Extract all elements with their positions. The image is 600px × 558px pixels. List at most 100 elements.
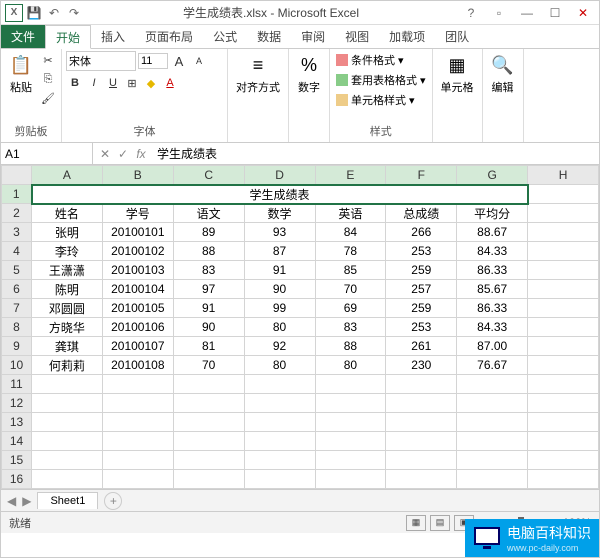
font-size-select[interactable]: 11 [138, 53, 168, 69]
row-header-4[interactable]: 4 [2, 242, 32, 261]
tab-file[interactable]: 文件 [1, 25, 45, 48]
row-4[interactable]: 4李玲2010010288877825384.33 [2, 242, 599, 261]
cell-F13[interactable] [386, 413, 457, 432]
row-header-1[interactable]: 1 [2, 185, 32, 204]
cell-G7[interactable]: 86.33 [457, 299, 528, 318]
cell-H4[interactable] [528, 242, 599, 261]
cell-C8[interactable]: 90 [173, 318, 244, 337]
fx-icon[interactable]: fx [133, 147, 149, 161]
cell-E15[interactable] [315, 451, 386, 470]
row-7[interactable]: 7邓圆圆2010010591996925986.33 [2, 299, 599, 318]
row-header-8[interactable]: 8 [2, 318, 32, 337]
help-button[interactable]: ? [459, 6, 483, 20]
cell-B14[interactable] [102, 432, 173, 451]
save-icon[interactable]: 💾 [25, 4, 43, 22]
cell-C7[interactable]: 91 [173, 299, 244, 318]
cell-E7[interactable]: 69 [315, 299, 386, 318]
column-header-H[interactable]: H [528, 166, 599, 185]
cell-A11[interactable] [32, 375, 103, 394]
cell-C11[interactable] [173, 375, 244, 394]
row-15[interactable]: 15 [2, 451, 599, 470]
column-header-A[interactable]: A [32, 166, 103, 185]
row-11[interactable]: 11 [2, 375, 599, 394]
cell-F16[interactable] [386, 470, 457, 489]
cell-F6[interactable]: 257 [386, 280, 457, 299]
format-as-table-button[interactable]: 套用表格格式▾ [334, 71, 428, 89]
cell-H2[interactable] [528, 204, 599, 223]
row-3[interactable]: 3张明2010010189938426688.67 [2, 223, 599, 242]
tab-formulas[interactable]: 公式 [203, 25, 247, 48]
row-header-3[interactable]: 3 [2, 223, 32, 242]
row-header-6[interactable]: 6 [2, 280, 32, 299]
cell-H14[interactable] [528, 432, 599, 451]
column-header-G[interactable]: G [457, 166, 528, 185]
sheet-nav-prev[interactable]: ◀ [7, 494, 16, 508]
name-box[interactable] [1, 143, 93, 164]
cell-E13[interactable] [315, 413, 386, 432]
cell-A10[interactable]: 何莉莉 [32, 356, 103, 375]
cell-G6[interactable]: 85.67 [457, 280, 528, 299]
row-header-2[interactable]: 2 [2, 204, 32, 223]
cell-D11[interactable] [244, 375, 315, 394]
cell-B7[interactable]: 20100105 [102, 299, 173, 318]
cell-G12[interactable] [457, 394, 528, 413]
sheet-tab-sheet1[interactable]: Sheet1 [37, 492, 98, 509]
font-color-icon[interactable]: A [161, 74, 179, 92]
cell-H8[interactable] [528, 318, 599, 337]
cell-D9[interactable]: 92 [244, 337, 315, 356]
cell-B11[interactable] [102, 375, 173, 394]
row-16[interactable]: 16 [2, 470, 599, 489]
add-sheet-button[interactable]: + [104, 492, 122, 510]
view-page-layout-icon[interactable]: ▤ [430, 515, 450, 531]
cell-E11[interactable] [315, 375, 386, 394]
cell-A17[interactable] [32, 489, 103, 490]
cell-B17[interactable] [102, 489, 173, 490]
cell-D14[interactable] [244, 432, 315, 451]
row-header-17[interactable]: 17 [2, 489, 32, 490]
cell-F7[interactable]: 259 [386, 299, 457, 318]
cell-D8[interactable]: 80 [244, 318, 315, 337]
underline-button[interactable]: U [104, 74, 122, 92]
cells-button[interactable]: ▦ 单元格 [437, 51, 478, 97]
cell-D10[interactable]: 80 [244, 356, 315, 375]
cell-styles-button[interactable]: 单元格样式▾ [334, 91, 428, 109]
cell-H5[interactable] [528, 261, 599, 280]
cell-D17[interactable] [244, 489, 315, 490]
fill-color-icon[interactable]: ◆ [142, 74, 160, 92]
header-cell-G2[interactable]: 平均分 [457, 204, 528, 223]
cell-A9[interactable]: 龚琪 [32, 337, 103, 356]
tab-insert[interactable]: 插入 [91, 25, 135, 48]
cell-C10[interactable]: 70 [173, 356, 244, 375]
cell-C17[interactable] [173, 489, 244, 490]
cell-E3[interactable]: 84 [315, 223, 386, 242]
cell-B6[interactable]: 20100104 [102, 280, 173, 299]
cell-H9[interactable] [528, 337, 599, 356]
cell-E16[interactable] [315, 470, 386, 489]
row-header-15[interactable]: 15 [2, 451, 32, 470]
cell-H11[interactable] [528, 375, 599, 394]
select-all-cell[interactable] [2, 166, 32, 185]
tab-view[interactable]: 视图 [335, 25, 379, 48]
tab-review[interactable]: 审阅 [291, 25, 335, 48]
excel-icon[interactable]: X [5, 4, 23, 22]
cell-H6[interactable] [528, 280, 599, 299]
header-cell-D2[interactable]: 数学 [244, 204, 315, 223]
cell-F11[interactable] [386, 375, 457, 394]
close-button[interactable]: ✕ [571, 6, 595, 20]
cell-D6[interactable]: 90 [244, 280, 315, 299]
cell-G11[interactable] [457, 375, 528, 394]
redo-icon[interactable]: ↷ [65, 4, 83, 22]
row-14[interactable]: 14 [2, 432, 599, 451]
cell-C6[interactable]: 97 [173, 280, 244, 299]
cell-C12[interactable] [173, 394, 244, 413]
cell-A16[interactable] [32, 470, 103, 489]
row-header-5[interactable]: 5 [2, 261, 32, 280]
cell-H10[interactable] [528, 356, 599, 375]
column-header-D[interactable]: D [244, 166, 315, 185]
row-header-14[interactable]: 14 [2, 432, 32, 451]
cell-A3[interactable]: 张明 [32, 223, 103, 242]
header-cell-E2[interactable]: 英语 [315, 204, 386, 223]
cell-G10[interactable]: 76.67 [457, 356, 528, 375]
cell-H12[interactable] [528, 394, 599, 413]
row-10[interactable]: 10何莉莉2010010870808023076.67 [2, 356, 599, 375]
